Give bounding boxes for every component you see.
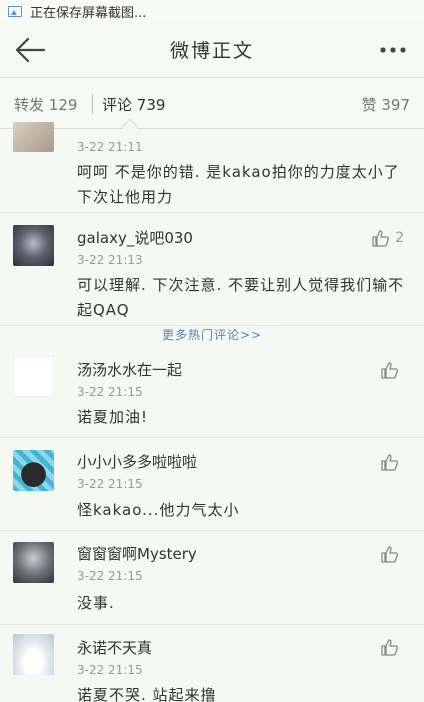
comment-author[interactable]: 汤汤水水在一起 [77,359,182,380]
avatar[interactable] [13,356,54,397]
stats-divider [92,94,93,114]
comment-text: 诺夏加油! [77,408,149,426]
like-button[interactable] [380,360,404,380]
comment-time: 3-22 21:15 [77,663,143,677]
comment-time: 3-22 21:13 [77,253,143,267]
comment-author[interactable]: galaxy_说吧030 [77,227,193,248]
comment-text: 没事. [77,594,115,612]
comment-author[interactable]: 小小小多多啦啦啦 [77,451,197,472]
comment-time: 3-22 21:15 [77,569,143,583]
avatar[interactable] [13,542,54,583]
comment-item: 小小小多多啦啦啦 3-22 21:15 怪kakao...他力气太小 [0,438,424,531]
thumbs-up-icon [381,454,399,471]
comment-text: 可以理解. 下次注意. 不要让别人觉得我们输不起QAQ [77,276,405,319]
tab-like[interactable]: 赞 397 [362,94,410,115]
comment-time: 3-22 21:11 [77,140,143,154]
status-bar: 正在保存屏幕截图... [0,0,424,22]
like-button[interactable] [380,452,404,472]
comment-item: galaxy_说吧030 2 3-22 21:13 可以理解. 下次注意. 不要… [0,213,424,326]
like-button[interactable] [380,544,404,564]
more-hot-comments-link[interactable]: 更多热门评论>> [0,326,424,346]
tab-comment[interactable]: 评论 739 [102,94,165,115]
comment-time: 3-22 21:15 [77,477,143,491]
like-button[interactable] [380,637,404,657]
comment-count: 739 [136,96,166,114]
image-icon [8,5,22,17]
like-count: 397 [381,96,410,114]
comment-text: 呵呵 不是你的错. 是kakao拍你的力度太小了 下次让他用力 [77,163,400,206]
tab-repost[interactable]: 转发 129 [14,94,77,115]
comment-item: 汤汤水水在一起 3-22 21:15 诺夏加油! [0,346,424,438]
avatar[interactable] [13,225,54,266]
status-text: 正在保存屏幕截图... [30,5,147,21]
avatar[interactable] [13,634,54,675]
thumbs-up-icon [372,230,390,247]
like-button[interactable]: 2 [371,228,404,248]
stats-bar: 转发 129 评论 739 赞 397 [0,79,424,129]
avatar[interactable] [13,450,54,491]
comment-text: 诺夏不哭. 站起来撸 [77,686,217,702]
thumbs-up-icon [381,546,399,563]
avatar[interactable] [13,122,54,152]
comment-time: 3-22 21:15 [77,385,143,399]
navbar: 微博正文 [0,22,424,78]
more-icon[interactable] [378,38,408,62]
comment-text: 怪kakao...他力气太小 [77,501,240,519]
comment-item: 窗窗窗啊Mystery 3-22 21:15 没事. [0,531,424,625]
like-count: 2 [395,230,404,246]
comment-label: 评论 [102,96,133,114]
back-arrow-icon[interactable] [14,36,46,64]
comment-item: 永诺不天真 3-22 21:15 诺夏不哭. 站起来撸 [0,625,424,702]
comment-author[interactable]: 永诺不天真 [77,637,152,658]
comment-author[interactable]: 窗窗窗啊Mystery [77,543,197,564]
like-label: 赞 [361,96,377,114]
page-title: 微博正文 [169,40,254,62]
comment-item: 3-22 21:11 呵呵 不是你的错. 是kakao拍你的力度太小了 下次让他… [0,122,424,213]
thumbs-up-icon [381,362,399,379]
thumbs-up-icon [381,639,399,656]
repost-count: 129 [48,96,78,114]
repost-label: 转发 [14,96,45,114]
